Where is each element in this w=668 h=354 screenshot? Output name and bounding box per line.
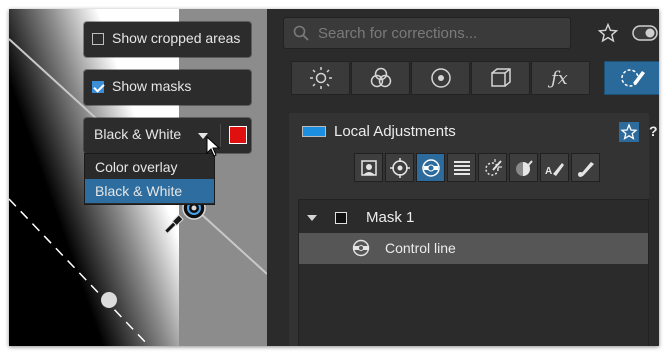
- favorite-star-icon[interactable]: [619, 122, 639, 142]
- search-corrections-field[interactable]: Search for corrections...: [283, 17, 571, 49]
- show-cropped-areas-toggle[interactable]: Show cropped areas: [84, 22, 251, 57]
- mask-mode-options: Color overlay Black & White: [84, 153, 215, 205]
- star-icon[interactable]: [598, 23, 618, 43]
- search-icon: [293, 25, 309, 41]
- mask-mode-selected: Black & White: [94, 126, 182, 142]
- search-placeholder: Search for corrections...: [318, 25, 478, 42]
- show-cropped-label: Show cropped areas: [112, 30, 241, 46]
- control-line-end-handle: [101, 292, 117, 308]
- svg-text:ƒx: ƒx: [548, 68, 568, 89]
- help-icon[interactable]: ?: [649, 123, 658, 139]
- geometry-icon[interactable]: [471, 61, 530, 95]
- mask-row[interactable]: Mask 1: [299, 202, 648, 233]
- brightness-icon[interactable]: [291, 61, 350, 95]
- fx-icon[interactable]: ƒx: [531, 61, 590, 95]
- auto-mask-icon[interactable]: [478, 153, 507, 182]
- corrections-panel: Search for corrections... ƒx Local Adjus…: [267, 9, 659, 346]
- mouse-cursor-icon: [206, 136, 221, 157]
- mask-checkbox[interactable]: [335, 212, 347, 224]
- detail-icon[interactable]: [411, 61, 470, 95]
- show-masks-checkbox[interactable]: [92, 81, 104, 93]
- mask-mode-dropdown[interactable]: Black & White: [84, 118, 251, 153]
- brush-icon[interactable]: [571, 153, 600, 182]
- show-masks-toggle[interactable]: Show masks: [84, 70, 251, 105]
- luminosity-mask-icon[interactable]: [509, 153, 538, 182]
- option-color-overlay[interactable]: Color overlay: [85, 155, 214, 179]
- auto-brush-icon[interactable]: A: [540, 153, 569, 182]
- mask-tree: Mask 1 Control line: [298, 199, 649, 346]
- app-window: Show cropped areas Show masks Black & Wh…: [9, 9, 659, 346]
- control-line-row[interactable]: Control line: [299, 233, 648, 264]
- mask-label: Mask 1: [366, 209, 415, 226]
- control-line-icon[interactable]: [416, 153, 445, 182]
- mask-color-swatch[interactable]: [229, 126, 247, 144]
- control-point-icon[interactable]: [385, 153, 414, 182]
- show-cropped-checkbox[interactable]: [92, 33, 104, 45]
- control-line-icon: [352, 239, 370, 257]
- local-adjustments-icon[interactable]: [604, 61, 659, 95]
- image-canvas[interactable]: Show cropped areas Show masks Black & Wh…: [9, 9, 267, 346]
- color-wheel-icon[interactable]: [351, 61, 410, 95]
- toggle-switch[interactable]: [632, 25, 658, 41]
- panel-enable-toggle[interactable]: [302, 126, 326, 137]
- local-adjustments-title: Local Adjustments: [334, 123, 456, 140]
- local-adjustments-section: Local Adjustments ? A Mask 1 Control lin…: [289, 113, 658, 346]
- option-black-white[interactable]: Black & White: [85, 179, 214, 203]
- graduated-filter-icon[interactable]: [447, 153, 476, 182]
- show-masks-label: Show masks: [112, 78, 192, 94]
- control-line-label: Control line: [385, 240, 456, 256]
- svg-text:A: A: [545, 166, 552, 177]
- u-point-icon[interactable]: [354, 153, 383, 182]
- expand-triangle-icon[interactable]: [307, 215, 317, 221]
